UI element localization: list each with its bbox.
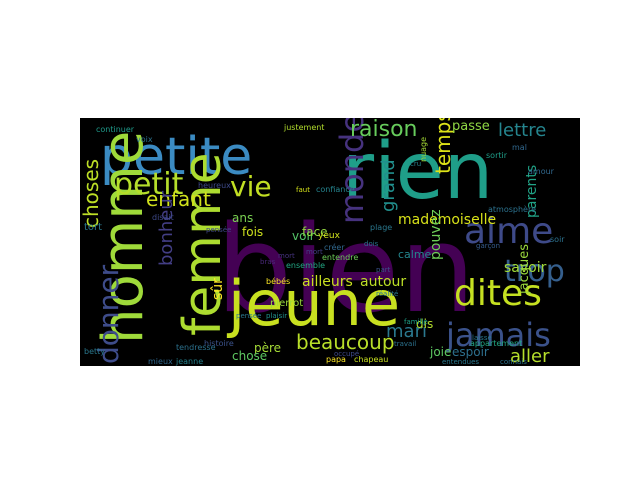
- cloud-word-64: atmosphère: [488, 204, 536, 214]
- word-cloud-image: bien rien petite jeune homme femme dites aime tr…: [80, 118, 580, 366]
- cloud-word-48: entendre: [322, 253, 358, 262]
- cloud-word-25: ailleurs: [302, 274, 353, 290]
- cloud-word-75: garçon: [476, 242, 500, 250]
- cloud-word-23: grand: [378, 159, 399, 212]
- cloud-word-14: lettre: [498, 120, 546, 141]
- cloud-word-42: calme: [398, 248, 432, 261]
- cloud-word-47: créer: [324, 242, 345, 252]
- cloud-word-72: laisse: [472, 334, 492, 342]
- cloud-word-61: confiance: [316, 185, 355, 194]
- cloud-word-43: pierrot: [270, 298, 303, 309]
- cloud-word-88: pensée: [236, 312, 261, 320]
- cloud-word-83: réalité: [376, 290, 398, 298]
- cloud-word-13: raison: [350, 118, 418, 142]
- cloud-word-68: soir: [550, 235, 565, 244]
- cloud-word-86: bras: [260, 258, 276, 266]
- cloud-word-45: bébés: [266, 276, 290, 286]
- cloud-word-71: mal: [512, 143, 527, 152]
- cloud-word-59: voix: [136, 135, 153, 144]
- cloud-word-37: sûr: [210, 278, 226, 300]
- cloud-word-79: faut: [296, 186, 310, 194]
- cloud-word-62: pensée: [206, 226, 231, 234]
- cloud-word-16: choses: [80, 159, 103, 228]
- cloud-word-32: passe: [452, 119, 490, 134]
- cloud-word-12: vie: [230, 170, 272, 203]
- cloud-word-26: autour: [360, 274, 406, 290]
- cloud-word-78: mort: [278, 252, 295, 260]
- cloud-word-70: nuage: [419, 137, 428, 162]
- cloud-word-84: occupé: [334, 350, 359, 358]
- cloud-word-46: yeux: [318, 231, 341, 241]
- cloud-word-56: betty: [84, 347, 105, 356]
- cloud-word-44: tort: [84, 222, 102, 233]
- cloud-word-41: joie: [429, 345, 451, 359]
- cloud-word-65: disait: [152, 213, 174, 222]
- cloud-word-60: heureux: [198, 181, 231, 190]
- cloud-word-39: chose: [232, 349, 267, 363]
- cloud-word-66: plage: [370, 223, 392, 232]
- cloud-word-87: plaisir: [266, 312, 287, 320]
- cloud-word-82: part: [376, 266, 391, 274]
- cloud-word-69: amour: [528, 167, 555, 176]
- cloud-word-76: travail: [394, 340, 416, 348]
- cloud-word-58: justement: [283, 123, 324, 132]
- cloud-word-31: jacques: [517, 244, 532, 295]
- cloud-word-81: dois: [364, 240, 379, 248]
- word-cloud-canvas: bienrienpetitejeunehomme femme ditesaimetr…: [80, 118, 565, 366]
- cloud-word-55: tendresse: [176, 343, 216, 352]
- cloud-word-73: connais: [500, 358, 527, 366]
- cloud-word-53: mieux: [148, 357, 173, 366]
- cloud-word-33: ans: [232, 211, 253, 225]
- cloud-word-24: mademoiselle: [398, 212, 496, 228]
- cloud-word-54: jeanne: [175, 357, 203, 366]
- cloud-word-80: cru: [410, 160, 421, 168]
- cloud-word-67: sortir: [486, 151, 508, 160]
- cloud-word-85: mort: [306, 248, 323, 256]
- cloud-word-35: fois: [242, 225, 263, 239]
- cloud-word-49: ensemble: [286, 261, 325, 270]
- cloud-word-77: famille: [404, 318, 428, 326]
- cloud-word-22: bonheur: [156, 190, 177, 266]
- cloud-word-57: continuer: [96, 125, 135, 134]
- cloud-word-74: entendues: [442, 358, 479, 366]
